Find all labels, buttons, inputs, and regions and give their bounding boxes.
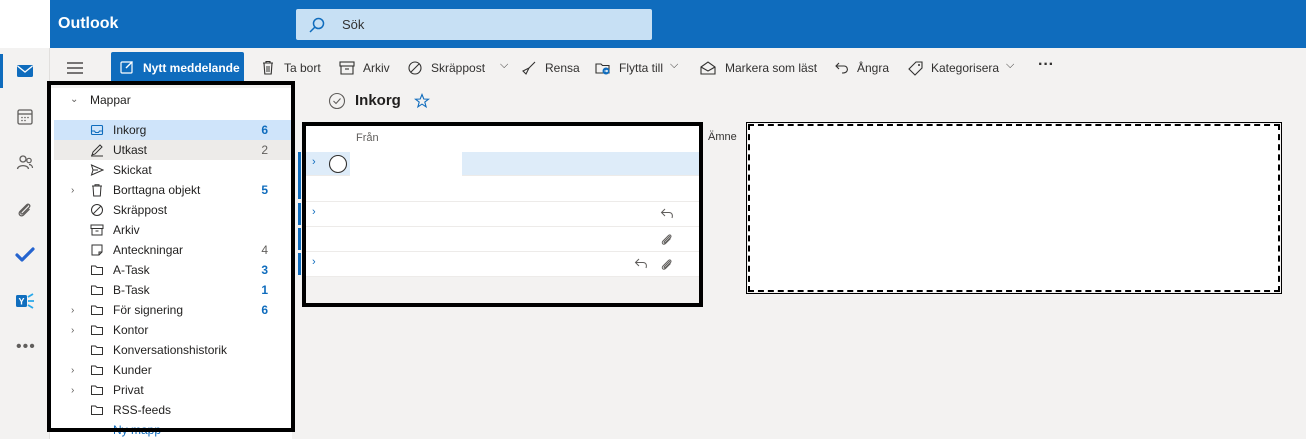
open-envelope-icon <box>700 61 716 75</box>
block-icon <box>408 61 422 75</box>
highlight-frame-messages <box>302 122 703 307</box>
delete-label: Ta bort <box>284 61 321 75</box>
top-bar: Outlook Sök <box>0 0 1306 48</box>
trash-icon <box>263 60 273 75</box>
categorize-label: Kategorisera <box>931 61 1000 75</box>
archive-icon <box>339 61 355 75</box>
search-input[interactable]: Sök <box>342 17 364 32</box>
unread-indicator <box>298 203 301 225</box>
mark-read-label: Markera som läst <box>725 61 818 75</box>
new-message-button[interactable]: Nytt meddelande <box>111 52 244 83</box>
unread-indicator <box>298 152 301 199</box>
yammer-icon[interactable]: Y <box>15 291 35 311</box>
people-icon[interactable] <box>15 152 35 172</box>
chevron-down-icon: ⌵ <box>1006 59 1015 71</box>
move-to-label: Flytta till <box>619 61 664 75</box>
star-icon[interactable] <box>414 93 430 109</box>
hamburger-menu-icon[interactable] <box>66 60 84 76</box>
more-commands-button[interactable]: ··· <box>1038 56 1054 74</box>
top-bar-corner <box>0 0 50 48</box>
unread-indicator <box>298 228 301 250</box>
mail-icon[interactable] <box>15 61 35 81</box>
undo-icon <box>835 62 848 74</box>
sweep-icon <box>522 61 536 75</box>
search-box[interactable]: Sök <box>296 9 652 40</box>
unread-indicator <box>298 253 301 275</box>
compose-icon <box>120 61 133 74</box>
svg-text:Y: Y <box>19 297 25 307</box>
select-all-icon[interactable] <box>328 92 346 110</box>
calendar-icon[interactable] <box>15 107 35 127</box>
app-title[interactable]: Outlook <box>58 15 118 33</box>
todo-icon[interactable] <box>15 245 35 265</box>
search-icon <box>309 17 325 33</box>
archive-label: Arkiv <box>363 61 390 75</box>
chevron-down-icon: ⌵ <box>500 59 509 71</box>
chevron-down-icon: ⌵ <box>670 59 679 71</box>
subject-column-region <box>746 122 1282 294</box>
tag-icon <box>908 61 923 76</box>
new-message-label: Nytt meddelande <box>143 61 240 75</box>
move-folder-icon <box>595 63 610 75</box>
junk-label: Skräppost <box>431 61 486 75</box>
app-rail: Y ••• <box>0 48 50 439</box>
highlight-frame-folders <box>47 81 295 432</box>
attachment-icon[interactable] <box>15 200 35 220</box>
undo-label: Ångra <box>857 61 890 75</box>
folder-title: Inkorg <box>355 92 401 109</box>
column-header-subject[interactable]: Ämne <box>708 131 737 143</box>
more-apps-icon[interactable]: ••• <box>16 338 36 356</box>
rail-selected-indicator <box>0 54 3 88</box>
sweep-label: Rensa <box>545 61 580 75</box>
